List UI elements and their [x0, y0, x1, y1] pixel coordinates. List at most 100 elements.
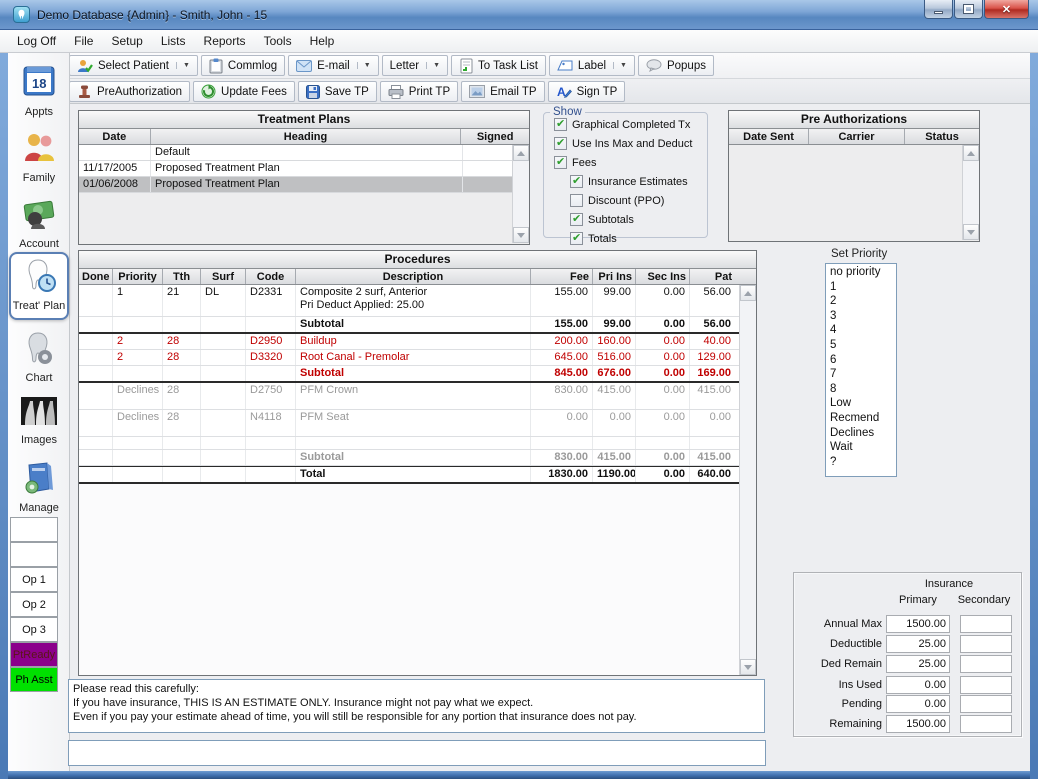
set-priority-listbox[interactable]: no priority 1 2 3 4 5 6 7 8 Low Recmend … — [825, 263, 897, 477]
column-header-description[interactable]: Description — [296, 269, 531, 284]
priority-option[interactable]: 2 — [826, 294, 896, 309]
checkbox-totals[interactable]: Totals — [570, 231, 707, 246]
treatment-plan-row-selected[interactable]: 01/06/2008 Proposed Treatment Plan — [79, 177, 529, 193]
sidebar-item-account[interactable]: Account — [8, 192, 70, 256]
column-header-sec-ins[interactable]: Sec Ins — [636, 269, 690, 284]
select-patient-button[interactable]: Select Patient ▼ — [69, 55, 198, 76]
update-fees-button[interactable]: Update Fees — [193, 81, 295, 102]
column-header-tth[interactable]: Tth — [163, 269, 201, 284]
ded-remain-secondary-field[interactable] — [960, 655, 1012, 673]
sidebar-item-chart[interactable]: Chart — [8, 326, 70, 390]
subtotal-row[interactable]: Subtotal 845.00 676.00 0.00 169.00 — [79, 366, 756, 383]
priority-option[interactable]: 8 — [826, 382, 896, 397]
column-header-fee[interactable]: Fee — [531, 269, 593, 284]
op-cell-empty-1[interactable] — [10, 517, 58, 542]
title-bar[interactable]: Demo Database {Admin} - Smith, John - 15… — [0, 0, 1038, 30]
column-header-pat[interactable]: Pat — [690, 269, 735, 284]
preauthorization-button[interactable]: PreAuthorization — [69, 81, 190, 102]
priority-option[interactable]: Wait — [826, 440, 896, 455]
scroll-down-button[interactable] — [513, 227, 529, 243]
procedure-row[interactable]: Declines 28 D2750 PFM Crown 830.00 415.0… — [79, 383, 756, 410]
priority-option[interactable]: 6 — [826, 353, 896, 368]
column-header-signed[interactable]: Signed — [461, 129, 529, 144]
print-tp-button[interactable]: Print TP — [380, 81, 458, 102]
deductible-secondary-field[interactable] — [960, 635, 1012, 653]
remaining-primary-field[interactable]: 1500.00 — [886, 715, 950, 733]
menu-help[interactable]: Help — [301, 31, 344, 51]
column-header-surf[interactable]: Surf — [201, 269, 246, 284]
pending-secondary-field[interactable] — [960, 695, 1012, 713]
priority-option[interactable]: Recmend — [826, 411, 896, 426]
sidebar-item-appts[interactable]: 18 Appts — [8, 60, 70, 124]
letter-button[interactable]: Letter ▼ — [382, 55, 448, 76]
checkbox-icon[interactable] — [570, 175, 583, 188]
label-button[interactable]: Label ▼ — [549, 55, 635, 76]
column-header-status[interactable]: Status — [905, 129, 979, 144]
menu-reports[interactable]: Reports — [195, 31, 255, 51]
scroll-up-button[interactable] — [740, 285, 756, 301]
email-tp-button[interactable]: Email TP — [461, 81, 544, 102]
scroll-up-button[interactable] — [963, 145, 979, 161]
column-header-date-sent[interactable]: Date Sent — [729, 129, 809, 144]
menu-lists[interactable]: Lists — [152, 31, 195, 51]
checkbox-fees[interactable]: Fees — [554, 155, 707, 170]
bottom-note-textbox[interactable] — [68, 740, 766, 766]
column-header-date[interactable]: Date — [79, 129, 151, 144]
op-cell-ptready[interactable]: PtReady — [10, 642, 58, 667]
op-cell-op1[interactable]: Op 1 — [10, 567, 58, 592]
sign-tp-button[interactable]: A Sign TP — [548, 81, 626, 102]
column-header-priority[interactable]: Priority — [113, 269, 163, 284]
priority-option[interactable]: Declines — [826, 426, 896, 441]
priority-option[interactable]: 3 — [826, 309, 896, 324]
email-dropdown-icon[interactable]: ▼ — [357, 62, 371, 69]
priority-option[interactable]: 5 — [826, 338, 896, 353]
maximize-button[interactable] — [954, 0, 983, 19]
checkbox-icon[interactable] — [570, 194, 583, 207]
op-cell-phasst[interactable]: Ph Asst — [10, 667, 58, 692]
procedure-row[interactable]: 2 28 D2950 Buildup 200.00 160.00 0.00 40… — [79, 334, 756, 350]
column-header-carrier[interactable]: Carrier — [809, 129, 905, 144]
checkbox-graphical-completed-tx[interactable]: Graphical Completed Tx — [554, 117, 707, 132]
ins-used-secondary-field[interactable] — [960, 676, 1012, 694]
subtotal-row[interactable]: Subtotal 155.00 99.00 0.00 56.00 — [79, 317, 756, 334]
preauthorizations-scrollbar[interactable] — [962, 145, 979, 240]
checkbox-icon[interactable] — [570, 232, 583, 245]
subtotal-row[interactable]: Subtotal 830.00 415.00 0.00 415.00 — [79, 450, 756, 466]
sidebar-item-manage[interactable]: Manage — [8, 456, 70, 520]
save-tp-button[interactable]: Save TP — [298, 81, 377, 102]
treatment-plan-row[interactable]: Default — [79, 145, 529, 161]
procedure-row[interactable]: Declines 28 N4118 PFM Seat 0.00 0.00 0.0… — [79, 410, 756, 437]
checkbox-icon[interactable] — [554, 156, 567, 169]
minimize-button[interactable] — [924, 0, 953, 19]
priority-option[interactable]: 1 — [826, 280, 896, 295]
to-task-list-button[interactable]: To Task List — [451, 55, 546, 76]
priority-option[interactable]: 7 — [826, 367, 896, 382]
priority-option[interactable]: 4 — [826, 323, 896, 338]
procedure-row[interactable]: 1 21 DL D2331 Composite 2 surf, Anterior… — [79, 285, 756, 317]
remaining-secondary-field[interactable] — [960, 715, 1012, 733]
scroll-down-button[interactable] — [963, 224, 979, 240]
checkbox-subtotals[interactable]: Subtotals — [570, 212, 707, 227]
op-cell-empty-2[interactable] — [10, 542, 58, 567]
email-button[interactable]: E-mail ▼ — [288, 55, 379, 76]
op-cell-op3[interactable]: Op 3 — [10, 617, 58, 642]
treatment-plans-scrollbar[interactable] — [512, 145, 529, 243]
scroll-up-button[interactable] — [513, 145, 529, 161]
sidebar-item-family[interactable]: Family — [8, 126, 70, 190]
priority-option[interactable]: Low — [826, 396, 896, 411]
menu-tools[interactable]: Tools — [255, 31, 301, 51]
menu-setup[interactable]: Setup — [102, 31, 151, 51]
close-button[interactable]: ✕ — [984, 0, 1029, 19]
checkbox-icon[interactable] — [570, 213, 583, 226]
letter-dropdown-icon[interactable]: ▼ — [426, 62, 440, 69]
scroll-down-button[interactable] — [740, 659, 756, 675]
op-cell-op2[interactable]: Op 2 — [10, 592, 58, 617]
checkbox-icon[interactable] — [554, 137, 567, 150]
deductible-primary-field[interactable]: 25.00 — [886, 635, 950, 653]
menu-file[interactable]: File — [65, 31, 102, 51]
column-header-done[interactable]: Done — [79, 269, 113, 284]
commlog-button[interactable]: Commlog — [201, 55, 285, 76]
column-header-heading[interactable]: Heading — [151, 129, 462, 144]
treatment-plan-row[interactable]: 11/17/2005 Proposed Treatment Plan — [79, 161, 529, 177]
total-row[interactable]: Total 1830.00 1190.00 0.00 640.00 — [79, 466, 756, 484]
